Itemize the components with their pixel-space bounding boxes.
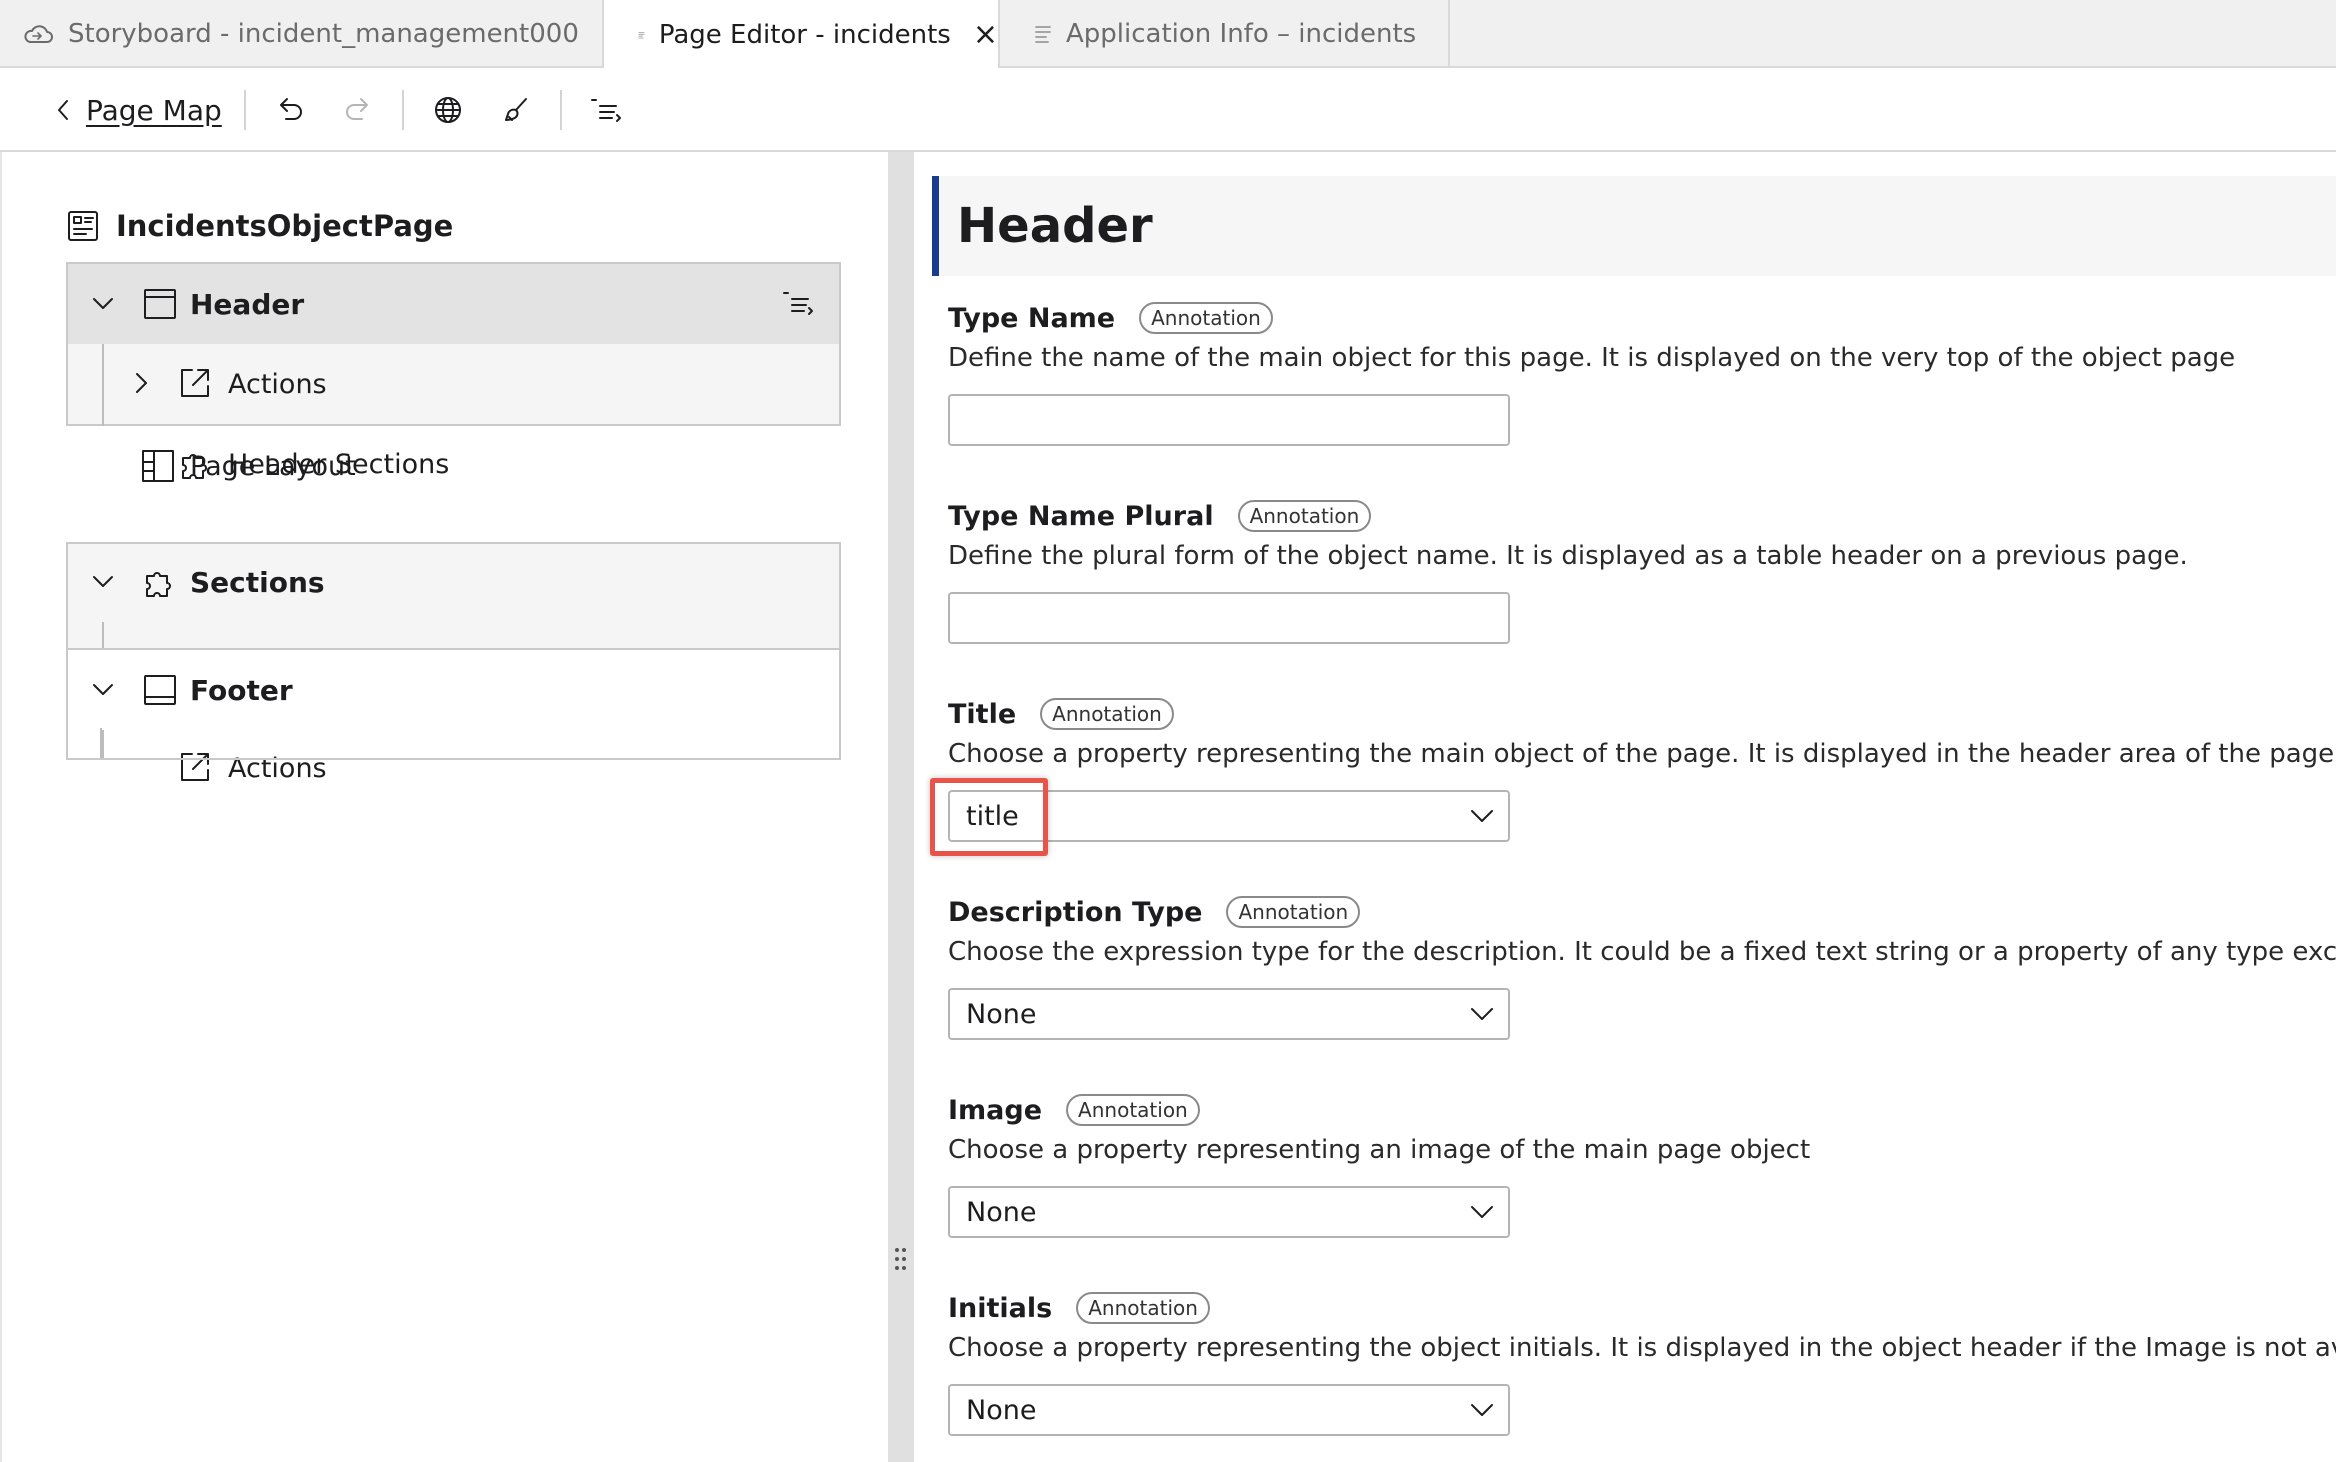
tab-label: Page Editor - incidents [658,20,951,50]
field-label: Initials [948,1292,1053,1324]
field-description-type: Description Type Annotation Choose the ex… [948,892,2336,1040]
toolbar-divider [560,90,562,130]
clean-button[interactable] [496,68,536,152]
page-title: IncidentsObjectPage [116,209,454,243]
tab-application-info[interactable]: Application Info – incidents [1000,0,1450,68]
toolbar-divider [244,90,246,130]
field-image: Image Annotation Choose a property repres… [948,1090,2336,1238]
undo-icon [280,98,302,120]
chevron-down-icon[interactable] [90,290,116,316]
outline-item-footer-actions[interactable]: Actions [66,728,841,808]
document-icon [1035,26,1051,43]
drag-handle-icon[interactable] [895,1248,907,1270]
field-type-name-plural: Type Name Plural Annotation Define the pl… [948,496,2336,644]
toolbar: Page Map [0,68,2336,152]
annotation-badge: Annotation [1040,698,1174,730]
tab-page-editor[interactable]: Page Editor - incidents × [604,0,1000,70]
type-name-plural-input[interactable] [948,592,1510,644]
outline-item-label: Footer [190,673,293,707]
chevron-down-icon[interactable] [1470,1400,1494,1420]
field-label: Title [948,698,1017,730]
section-title: Header [957,198,1153,254]
panel-splitter[interactable] [888,152,914,1462]
field-description: Define the plural form of the object nam… [948,541,2188,571]
page-outline-panel: IncidentsObjectPage Header Actions Heade… [0,152,888,1462]
field-initials: Initials Annotation Choose a property rep… [948,1288,2336,1436]
outline-item-label: Sections [190,565,325,599]
puzzle-icon [146,572,171,597]
chevron-down-icon[interactable] [1470,1202,1494,1222]
page-map-link[interactable]: Page Map [56,68,222,152]
annotation-badge: Annotation [1066,1094,1200,1126]
select-value: None [966,1394,1037,1426]
cloud-icon [24,25,53,43]
section-header: Header [932,176,2336,276]
field-label: Type Name Plural [948,500,1214,532]
field-description: Choose a property representing the main … [948,739,2336,769]
page-map-label: Page Map [86,93,222,127]
chevron-down-icon[interactable] [90,676,116,702]
chevron-down-icon[interactable] [1470,1004,1494,1024]
field-label: Description Type [948,896,1203,928]
select-value: None [966,1196,1037,1228]
select-value: None [966,998,1037,1030]
outline-button[interactable] [586,68,626,152]
field-label: Type Name [948,302,1116,334]
outline-item-page-layout[interactable]: Page Layout [66,426,841,506]
translation-button[interactable] [428,68,468,152]
field-description: Choose the expression type for the descr… [948,937,2336,967]
description-type-select[interactable]: None [948,988,1510,1040]
outline-item-header[interactable]: Header [68,264,839,344]
toolbar-divider [402,90,404,130]
field-type-name: Type Name Annotation Define the name of t… [948,298,2336,446]
outline-row: Page Layout [66,426,841,506]
type-name-input[interactable] [948,394,1510,446]
outline-item-label: Actions [228,752,327,784]
tab-storyboard[interactable]: Storyboard - incident_management000 [0,0,604,68]
outline-item-footer[interactable]: Footer [68,650,839,730]
initials-select[interactable]: None [948,1384,1510,1436]
editor-tab-bar: Storyboard - incident_management000 Page… [0,0,2336,70]
outline-row: Actions [68,728,839,808]
object-page-icon [68,211,98,241]
undo-button[interactable] [270,68,310,152]
outline-icon [591,99,621,122]
outline-item-header-sections[interactable]: Header Sections [66,344,841,480]
field-description: Choose a property representing an image … [948,1135,1811,1165]
field-description: Choose a property representing the objec… [948,1333,2336,1363]
tree-guide-line [100,728,102,758]
redo-icon [346,98,368,120]
title-select[interactable]: title [930,778,1510,856]
field-title: Title Annotation Choose a property repres… [930,694,2336,856]
chevron-left-icon [58,100,68,120]
annotation-badge: Annotation [1226,896,1361,928]
outline-icon[interactable] [781,290,815,316]
action-icon [181,753,209,781]
outline-page-title[interactable]: IncidentsObjectPage [66,204,453,248]
annotation-badge: Annotation [1076,1292,1210,1324]
tab-label: Storyboard - incident_management000 [68,19,579,49]
image-select[interactable]: None [948,1186,1510,1238]
header-icon [144,289,176,319]
brush-icon [505,98,527,121]
field-description: Define the name of the main object for t… [948,343,2236,373]
close-icon[interactable]: × [973,20,998,50]
chevron-down-icon[interactable] [1470,806,1494,826]
outline-item-label: Header [190,287,305,321]
page-layout-icon [142,450,174,482]
highlight-box [930,778,1048,856]
footer-icon [144,675,176,705]
outline-item-sections[interactable]: Sections [68,542,839,622]
property-panel: Header Type Name Annotation Define the na… [914,152,2336,1462]
tab-label: Application Info – incidents [1066,19,1417,49]
globe-icon [435,97,461,123]
chevron-down-icon[interactable] [90,568,116,594]
outline-item-label: Page Layout [190,450,356,482]
redo-button[interactable] [338,68,378,152]
annotation-badge: Annotation [1237,500,1372,532]
document-icon [638,31,645,39]
field-label: Image [948,1094,1043,1126]
annotation-badge: Annotation [1139,302,1273,334]
